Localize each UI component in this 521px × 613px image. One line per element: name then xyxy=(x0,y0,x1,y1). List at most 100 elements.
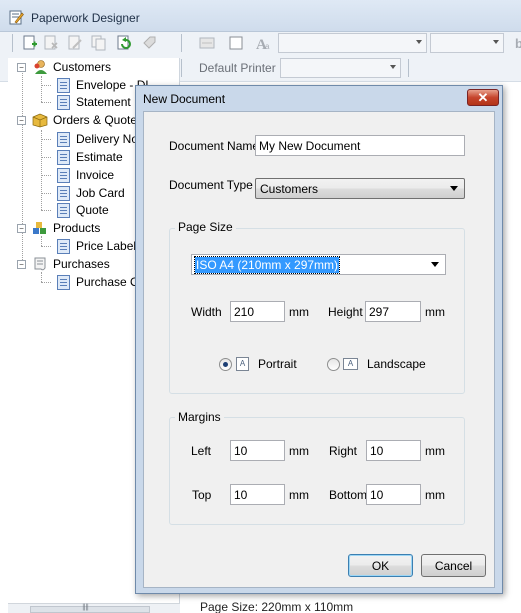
collapse-toggle[interactable]: − xyxy=(17,223,26,233)
tree-connector xyxy=(41,282,51,283)
document-icon xyxy=(55,202,71,218)
tree-group-purchases[interactable]: − Purchases xyxy=(17,255,110,273)
toolbar-separator xyxy=(181,34,182,52)
bottom-margin-input[interactable]: 10 xyxy=(366,484,421,505)
dialog-body: Document Name My New Document Document T… xyxy=(143,111,495,588)
chevron-down-icon xyxy=(416,40,422,44)
tree-connector xyxy=(41,139,51,140)
app-logo-icon xyxy=(9,10,24,25)
tree-item-statement[interactable]: Statement xyxy=(55,93,131,111)
tree-group-orders-quotes[interactable]: − Orders & Quotes xyxy=(17,111,143,129)
document-type-select[interactable]: Customers xyxy=(255,178,465,199)
bottom-margin-label: Bottom xyxy=(329,488,368,502)
landscape-label[interactable]: Landscape xyxy=(367,357,426,371)
new-document-dialog: New Document ✕ Document Name My New Docu… xyxy=(135,85,503,594)
printer-dropdown[interactable] xyxy=(280,58,401,78)
tree-item-invoice[interactable]: Invoice xyxy=(55,166,114,184)
document-icon-shape xyxy=(56,94,70,110)
edit-document-icon[interactable] xyxy=(66,34,84,52)
delete-document-icon[interactable] xyxy=(42,34,60,52)
tree-horizontal-scrollbar[interactable]: ∥∥ xyxy=(8,603,180,613)
border-icon[interactable] xyxy=(227,34,245,52)
tree-group-label: Customers xyxy=(53,60,112,74)
document-type-label: Document Type xyxy=(169,178,253,192)
left-margin-unit: mm xyxy=(289,444,309,458)
document-icon-shape xyxy=(56,238,70,254)
chevron-down-icon xyxy=(431,262,439,267)
tree-item-job-card[interactable]: Job Card xyxy=(55,184,125,202)
dialog-title: New Document xyxy=(143,92,226,106)
document-icon xyxy=(55,131,71,147)
tree-group-products[interactable]: − Products xyxy=(17,219,100,237)
tree-item-label: Statement xyxy=(76,95,131,109)
tree-item-quote[interactable]: Quote xyxy=(55,201,109,219)
left-margin-input[interactable]: 10 xyxy=(230,440,285,461)
chevron-down-icon xyxy=(493,40,499,44)
page-setup-icon[interactable] xyxy=(198,34,216,52)
cancel-button[interactable]: Cancel xyxy=(421,554,486,577)
copy-document-icon[interactable] xyxy=(89,34,107,52)
toolbar-separator xyxy=(181,59,182,77)
document-icon-shape xyxy=(56,274,70,290)
tree-item-label: Job Card xyxy=(76,186,125,200)
tree-connector xyxy=(41,85,51,86)
collapse-toggle[interactable]: − xyxy=(17,62,26,72)
portrait-label[interactable]: Portrait xyxy=(258,357,297,371)
tree-connector xyxy=(41,102,51,103)
right-margin-unit: mm xyxy=(425,444,445,458)
document-name-input[interactable]: My New Document xyxy=(255,135,465,156)
portrait-radio[interactable] xyxy=(219,358,232,371)
width-input[interactable]: 210 xyxy=(230,301,285,322)
right-margin-label: Right xyxy=(329,444,358,458)
tree-item-estimate[interactable]: Estimate xyxy=(55,148,123,166)
right-margin-input[interactable]: 10 xyxy=(366,440,421,461)
document-icon xyxy=(55,94,71,110)
dialog-titlebar[interactable]: New Document ✕ xyxy=(136,86,502,111)
margins-group xyxy=(169,417,465,525)
page-size-status: Page Size: 220mm x 110mm xyxy=(200,600,354,613)
tree-connector xyxy=(41,157,51,158)
font-icon[interactable]: Aa xyxy=(255,34,273,52)
tree-item-label: Quote xyxy=(76,203,109,217)
bold-icon[interactable]: b xyxy=(510,34,521,52)
width-unit: mm xyxy=(289,305,309,319)
left-margin-label: Left xyxy=(191,444,212,458)
top-margin-unit: mm xyxy=(289,488,309,502)
app-title: Paperwork Designer xyxy=(31,11,140,25)
top-margin-label: Top xyxy=(192,488,212,502)
collapse-toggle[interactable]: − xyxy=(17,115,26,125)
document-icon xyxy=(55,238,71,254)
scrollbar-thumb[interactable]: ∥∥ xyxy=(30,604,150,613)
close-button[interactable]: ✕ xyxy=(467,89,499,106)
portrait-icon: A xyxy=(236,357,249,371)
toolbar-separator xyxy=(12,34,13,52)
bottom-margin-unit: mm xyxy=(425,488,445,502)
tree-group-customers[interactable]: − Customers xyxy=(17,58,111,76)
page-size-select[interactable]: ISO A4 (210mm x 297mm) xyxy=(191,254,446,275)
refresh-icon[interactable] xyxy=(116,34,134,52)
document-icon xyxy=(55,149,71,165)
tree-group-label: Products xyxy=(53,221,101,235)
font-name-dropdown[interactable] xyxy=(278,33,427,53)
document-icon-shape xyxy=(56,167,70,183)
font-size-dropdown[interactable] xyxy=(430,33,504,53)
height-unit: mm xyxy=(425,305,445,319)
customers-icon xyxy=(32,59,48,75)
margins-group-title: Margins xyxy=(175,410,224,424)
top-margin-input[interactable]: 10 xyxy=(230,484,285,505)
height-input[interactable]: 297 xyxy=(365,301,421,322)
landscape-icon: A xyxy=(343,358,358,370)
tree-item-price-label[interactable]: Price Label xyxy=(55,237,136,255)
collapse-toggle[interactable]: − xyxy=(17,259,26,269)
document-icon xyxy=(55,167,71,183)
tree-connector xyxy=(41,236,42,246)
new-document-icon[interactable] xyxy=(21,34,39,52)
tree-connector xyxy=(41,130,42,210)
ok-button[interactable]: OK xyxy=(348,554,413,577)
tag-icon[interactable] xyxy=(140,34,158,52)
tree-item-label: Price Label xyxy=(76,239,137,253)
width-label: Width xyxy=(191,305,222,319)
landscape-radio[interactable] xyxy=(327,358,340,371)
chevron-down-icon xyxy=(450,186,458,191)
document-icon-shape xyxy=(56,149,70,165)
